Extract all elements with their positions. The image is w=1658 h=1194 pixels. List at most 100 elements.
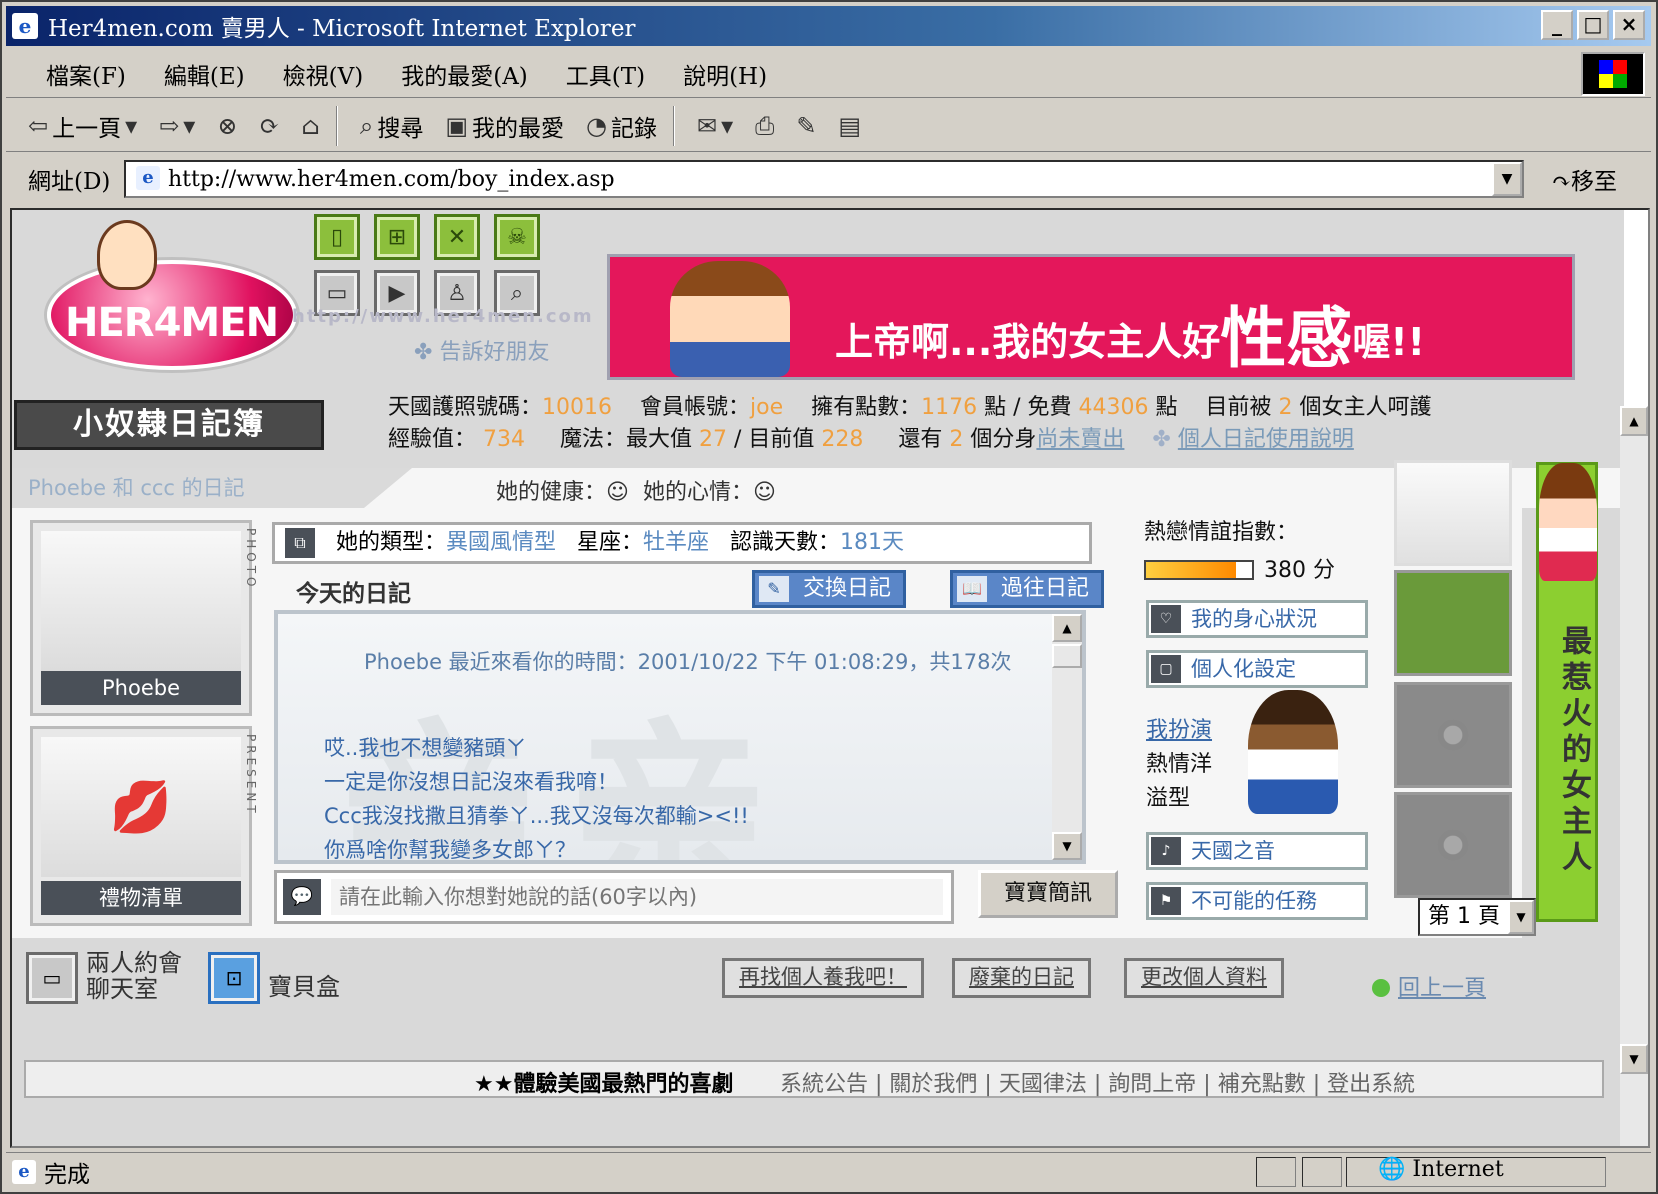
present-frame[interactable]: 💋 禮物清單 [30,726,252,926]
diary-scrollbar[interactable]: ▲ ▼ [1052,614,1082,860]
close-button[interactable]: × [1613,10,1645,40]
site-logo[interactable]: HER4MEN [47,220,307,370]
personal-settings-button[interactable]: ▢ 個人化設定 [1146,650,1368,688]
type-value: 異國風情型 [446,530,557,555]
passport-label: 天國護照號碼： [388,395,543,420]
free-points-unit: 點 [1155,395,1178,420]
treasure-box-icon[interactable]: ⊡ [208,952,260,1004]
treasure-box-link[interactable]: 寶貝盒 [268,974,340,1000]
unsold-link[interactable]: 尚未賣出 [1036,427,1124,452]
mail-button[interactable]: ✉ ▾ [697,112,733,140]
health-mood: 她的健康：☺ 她的心情：☺ [496,474,776,506]
send-message-button[interactable]: 寶寶簡訊 [978,870,1118,918]
photo-frame[interactable]: Phoebe [30,520,252,716]
menu-bar: 檔案(F) 編輯(E) 檢視(V) 我的最愛(A) 工具(T) 說明(H) [6,50,1651,98]
skull-icon-button[interactable]: ☠ [494,214,540,260]
search-button[interactable]: ⌕ 搜尋 [360,109,423,143]
minimize-button[interactable]: _ [1541,10,1573,40]
favorites-button[interactable]: ▣ 我的最愛 [445,109,564,143]
gift-icon-button[interactable]: ⊞ [374,214,420,260]
last-visit: Phoebe 最近來看你的時間：2001/10/22 下午 01:08:29，共… [364,650,1012,674]
love-index-label: 熱戀情誼指數： [1144,520,1299,545]
menu-view[interactable]: 檢視(V) [283,57,364,91]
footer-link-law[interactable]: 天國律法 [999,1072,1087,1097]
address-dropdown-button[interactable]: ▼ [1492,162,1522,196]
gift-list[interactable]: 禮物清單 [41,881,241,915]
past-diary-button[interactable]: 📖 過往日記 [950,570,1105,608]
page-icon-button[interactable]: ▯ [314,214,360,260]
discuss-button[interactable]: ▤ [838,112,861,140]
menu-favorites[interactable]: 我的最愛(A) [401,57,528,91]
go-button[interactable]: ↷移至 [1552,162,1617,196]
find-owner-button[interactable]: 再找個人養我吧！ [722,958,924,998]
diary-help-link[interactable]: 個人日記使用說明 [1178,427,1354,452]
refresh-button[interactable]: ⟳ [259,112,279,140]
empty-slot-flower-icon[interactable] [1394,682,1512,788]
tell-friends-link[interactable]: ✤ 告訴好朋友 [414,334,549,366]
menu-help[interactable]: 說明(H) [683,57,767,91]
bunny-mistress-thumb[interactable] [1394,460,1512,566]
discarded-diary-button[interactable]: 廢棄的日記 [952,958,1091,998]
exp-label: 經驗值： [388,427,477,452]
page-select[interactable]: 第 1 頁 ▼ [1418,898,1536,936]
home-icon: ⌂ [301,111,320,140]
chat-room-link[interactable]: 兩人約會 聊天室 [86,950,182,1002]
scroll-up-button[interactable]: ▲ [1052,614,1082,642]
empty-slot-flower-icon[interactable] [1394,792,1512,898]
edit-button[interactable]: ✎ [796,112,816,140]
forward-button[interactable]: ⇨ ▾ [159,112,195,140]
footer-marquee[interactable]: ★★體驗美國最熱門的喜劇 [474,1066,752,1098]
account-label: 會員帳號： [640,395,751,420]
footer-link-announcement[interactable]: 系統公告 [780,1072,868,1097]
ad-banner[interactable]: 上帝啊...我的女主人好性感喔!! [607,254,1575,380]
health-status-button[interactable]: ♡ 我的身心狀況 [1146,600,1368,638]
footer-link-about[interactable]: 關於我們 [889,1072,977,1097]
message-input[interactable] [331,879,943,915]
points-value: 1176 [921,395,978,420]
chat-room-line-2: 聊天室 [86,975,158,1003]
maximize-button[interactable]: □ [1577,10,1609,40]
page-scroll-up-button[interactable]: ▲ [1620,406,1648,436]
chevron-down-icon[interactable]: ▼ [1508,900,1534,934]
heart-icon: ♡ [1151,605,1181,633]
role-text: 我扮演 熱情洋 溢型 [1146,714,1212,816]
stop-button[interactable]: ⊗ [217,112,237,140]
history-button[interactable]: ◔ 記錄 [586,109,657,143]
back-link[interactable]: 回上一頁 [1372,970,1486,1002]
scroll-thumb[interactable] [1052,644,1082,668]
footer-link-logout[interactable]: 登出系統 [1327,1072,1415,1097]
page-scroll-down-button[interactable]: ▼ [1620,1044,1648,1074]
page-scrollbar[interactable]: ▲ ▼ [1620,406,1648,1146]
magic-mid: / 目前值 [734,427,815,452]
home-button[interactable]: ⌂ [302,112,320,140]
wand-icon-button[interactable]: ✕ [434,214,480,260]
menu-file[interactable]: 檔案(F) [46,57,126,91]
address-input[interactable]: e http://www.her4men.com/boy_index.asp ▼ [124,160,1524,198]
mission-button[interactable]: ⚑ 不可能的任務 [1146,882,1368,920]
chevron-down-icon[interactable]: ▾ [125,112,137,140]
magic-label: 魔法：最大值 [559,427,692,452]
menu-tools[interactable]: 工具(T) [566,57,645,91]
chevron-down-icon[interactable]: ▾ [183,112,195,140]
book-icon: 📖 [957,576,987,602]
heaven-voice-button[interactable]: ♪ 天國之音 [1146,832,1368,870]
hottest-mistress-panel[interactable]: 最惹火的女主人 [1536,462,1598,922]
status-panel [1302,1157,1342,1187]
print-button[interactable]: ⎙ [755,112,774,140]
footer-link-points[interactable]: 補充點數 [1218,1072,1306,1097]
edit-profile-button[interactable]: 更改個人資料 [1124,958,1284,998]
role-label[interactable]: 我扮演 [1146,718,1212,743]
today-diary-heading: 今天的日記 [296,581,411,607]
address-bar: 網址(D) e http://www.her4men.com/boy_index… [6,154,1651,204]
chat-room-icon[interactable]: ▭ [26,952,78,1004]
hottest-mistress-label: 最惹火的女主人 [1556,625,1591,877]
mistress-thumb-1[interactable] [1394,570,1512,676]
back-button[interactable]: ⇦ 上一頁 ▾ [28,109,137,143]
diary-content[interactable]: 亲亲 Phoebe 最近來看你的時間：2001/10/22 下午 01:08:2… [274,610,1086,864]
footer-link-ask[interactable]: 詢問上帝 [1108,1072,1196,1097]
exchange-diary-button[interactable]: ✎ 交換日記 [752,570,907,608]
chevron-down-icon[interactable]: ▾ [721,112,733,140]
ie-icon: e [12,13,38,39]
scroll-down-button[interactable]: ▼ [1052,832,1082,860]
menu-edit[interactable]: 編輯(E) [164,57,245,91]
